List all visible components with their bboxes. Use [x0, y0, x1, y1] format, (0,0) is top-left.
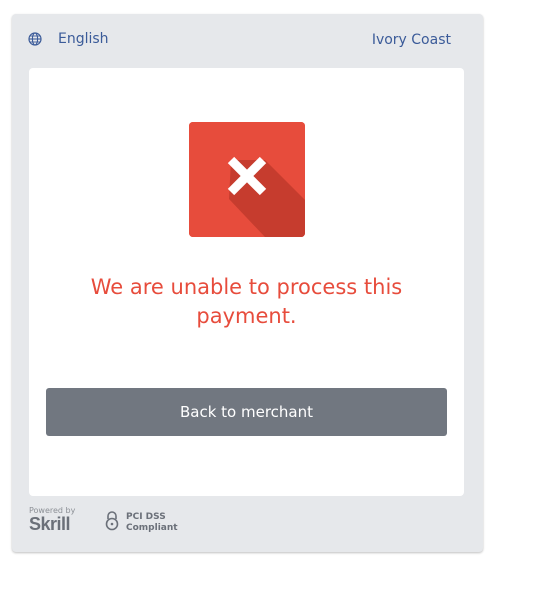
language-label: English	[58, 31, 109, 47]
footer: Powered by Skrill PCI DSS Compliant	[29, 504, 483, 544]
status-card: We are unable to process this payment. B…	[29, 68, 464, 496]
payment-frame: English Ivory Coast We are unable to pro…	[12, 14, 483, 552]
skrill-brand: Skrill	[29, 514, 71, 534]
error-message: We are unable to process this payment.	[90, 275, 403, 328]
pci-line-2: Compliant	[126, 523, 178, 533]
language-selector[interactable]: English	[28, 31, 109, 47]
skrill-logo: Powered by Skrill	[29, 506, 75, 535]
pci-badge: PCI DSS Compliant	[104, 511, 178, 535]
pci-line-1: PCI DSS	[126, 512, 166, 522]
close-icon	[189, 122, 305, 237]
globe-icon	[28, 32, 42, 46]
country-selector[interactable]: Ivory Coast	[372, 32, 451, 48]
top-bar: English Ivory Coast	[12, 14, 483, 66]
lock-icon	[104, 511, 120, 535]
back-to-merchant-button[interactable]: Back to merchant	[46, 388, 447, 436]
